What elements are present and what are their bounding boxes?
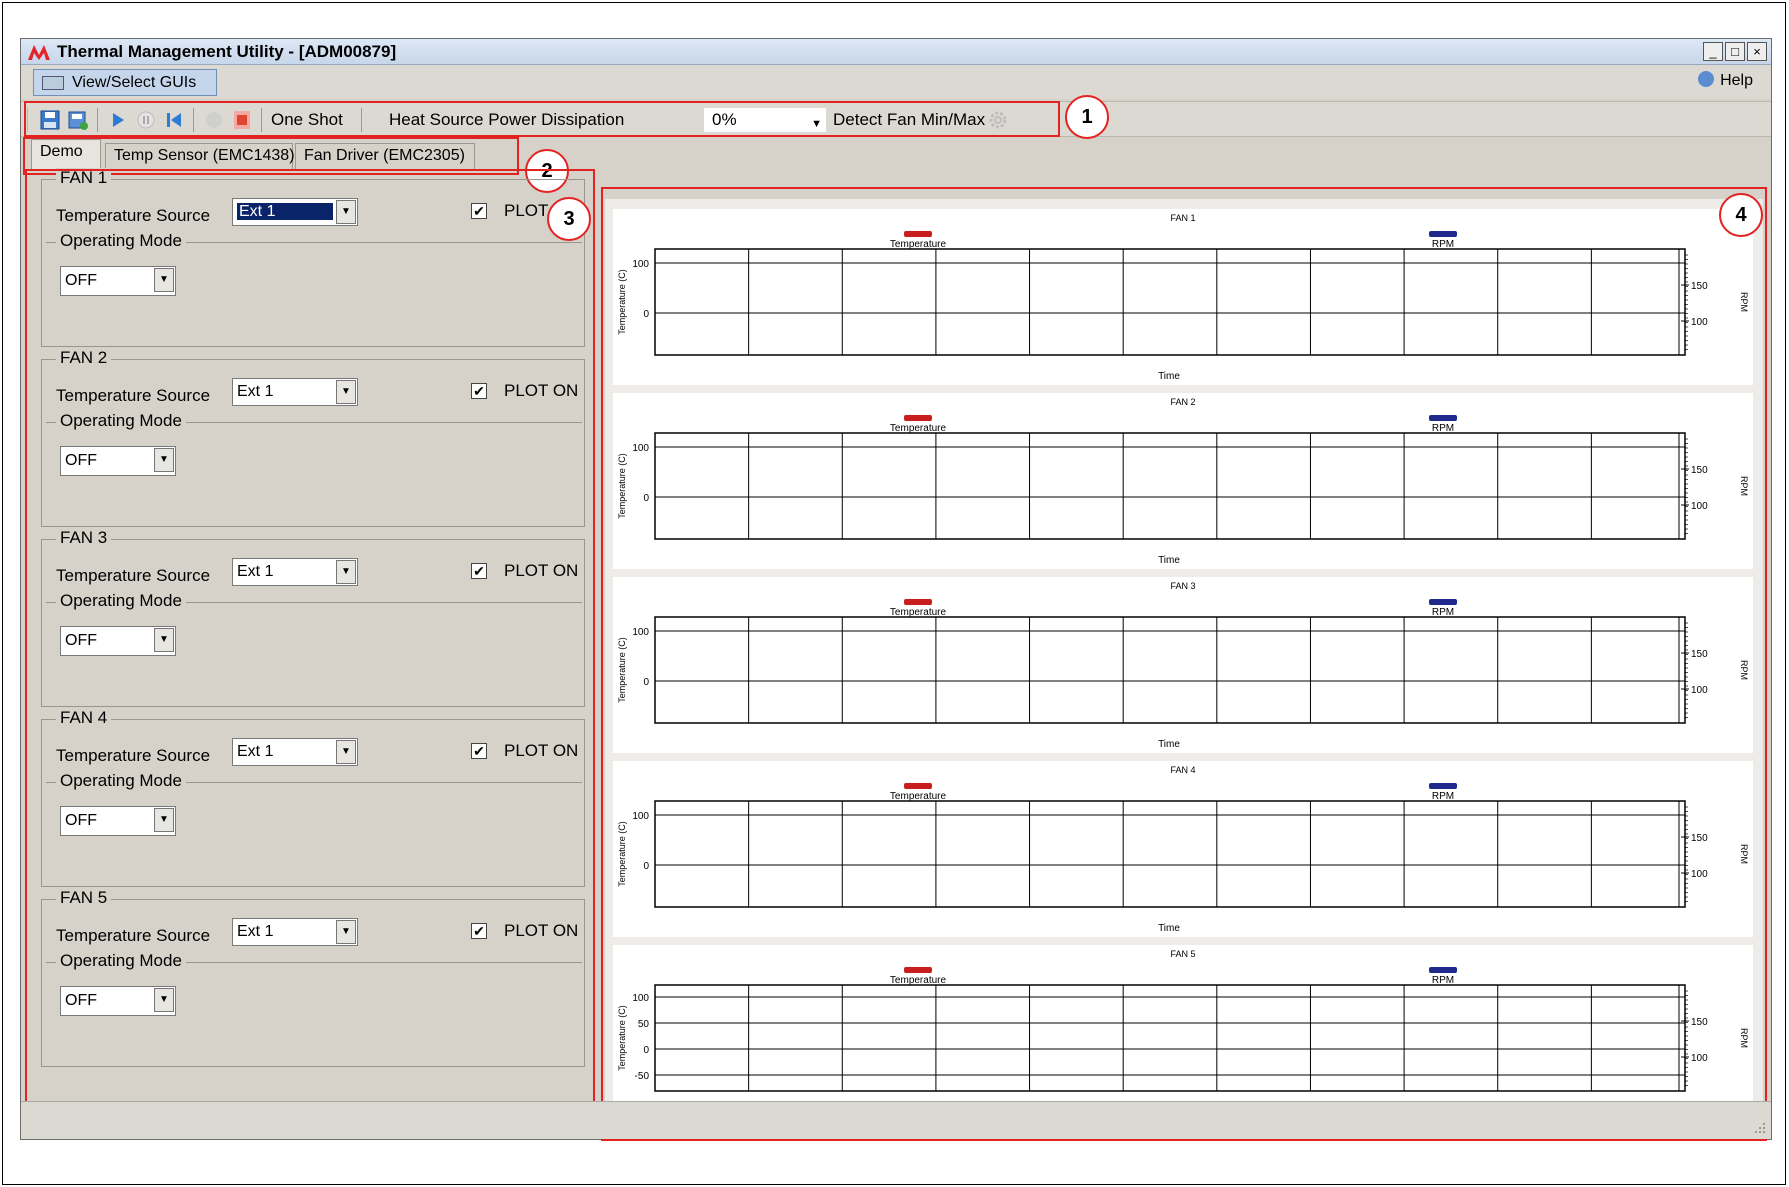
callout-badge-4: 4 bbox=[1719, 193, 1763, 237]
maximize-button[interactable]: □ bbox=[1725, 42, 1745, 61]
callout-badge-1: 1 bbox=[1065, 95, 1109, 139]
view-select-guis-label: View/Select GUIs bbox=[72, 74, 197, 91]
title-bar[interactable]: Thermal Management Utility - [ADM00879] … bbox=[21, 39, 1771, 65]
help-label: Help bbox=[1720, 72, 1753, 89]
microchip-logo-icon bbox=[28, 45, 50, 60]
callout-box-plots bbox=[601, 187, 1767, 1141]
resize-grip-icon[interactable] bbox=[1753, 1121, 1767, 1135]
window-list-icon bbox=[42, 76, 64, 90]
help-menu[interactable]: Help bbox=[1698, 71, 1753, 90]
status-bar bbox=[21, 1101, 1771, 1139]
menu-bar: View/Select GUIs Help bbox=[21, 65, 1771, 99]
minimize-button[interactable]: _ bbox=[1703, 42, 1723, 61]
callout-box-fan-settings bbox=[25, 169, 595, 1126]
app-window: Thermal Management Utility - [ADM00879] … bbox=[20, 38, 1772, 1141]
callout-badge-3: 3 bbox=[547, 197, 591, 241]
close-button[interactable]: × bbox=[1747, 42, 1767, 61]
view-select-guis-button[interactable]: View/Select GUIs bbox=[33, 69, 217, 96]
window-title: Thermal Management Utility - [ADM00879] bbox=[57, 42, 397, 61]
help-icon bbox=[1698, 71, 1715, 87]
callout-box-toolbar bbox=[24, 101, 1060, 137]
